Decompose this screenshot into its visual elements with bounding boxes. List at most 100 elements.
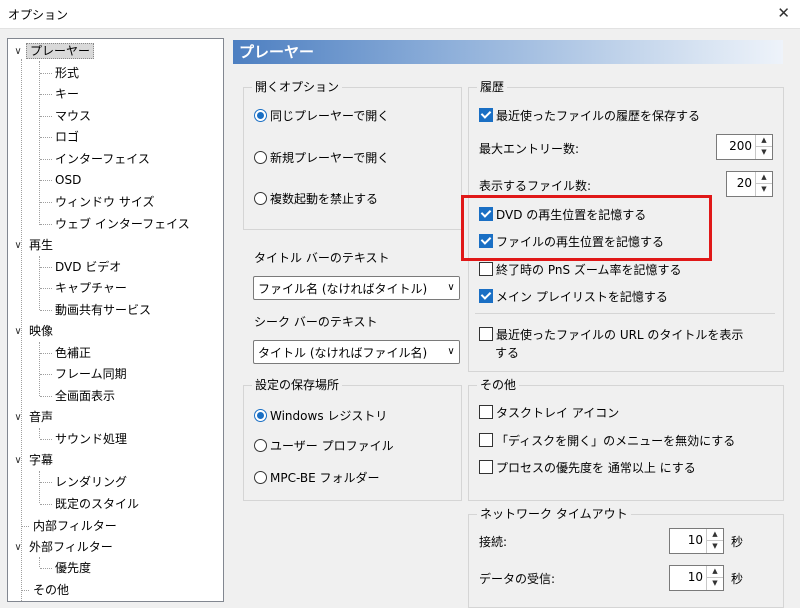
radio-indicator: [254, 471, 267, 484]
radio-indicator: [254, 109, 267, 122]
page-title: プレーヤー: [239, 43, 315, 61]
window-title: オプション: [8, 8, 69, 22]
receive-label: データの受信:: [479, 572, 556, 586]
checkbox-disable-open-disc-menu[interactable]: 「ディスクを開く」のメニューを無効にする: [479, 432, 735, 450]
spin-down-icon[interactable]: ▼: [756, 147, 772, 158]
checkbox-indicator: [479, 405, 493, 419]
chevron-down-icon: ∨: [443, 277, 459, 299]
seconds-unit: 秒: [731, 535, 744, 549]
chevron-down-icon[interactable]: ∨: [11, 542, 25, 553]
radio-same-player[interactable]: 同じプレーヤーで開く: [254, 107, 389, 125]
tree-item-default-style[interactable]: 既定のスタイル: [52, 494, 142, 514]
checkbox-remember-pns-zoom[interactable]: 終了時の PnS ズーム率を記憶する: [479, 261, 682, 279]
display-files-label: 表示するファイル数:: [479, 179, 592, 193]
group-label: その他: [477, 377, 520, 393]
tree-item-sound-processing[interactable]: サウンド処理: [52, 429, 130, 449]
tree-item-osd[interactable]: OSD: [52, 170, 84, 190]
title-bar-text-label: タイトル バーのテキスト: [254, 251, 390, 265]
tree-item-format[interactable]: 形式: [52, 63, 82, 83]
spinner-value: 200: [729, 139, 752, 153]
options-tree[interactable]: ∨ プレーヤー 形式 キー マウス ロゴ インターフェイス OSD ウィンドウ …: [7, 38, 224, 602]
divider: [475, 313, 775, 314]
chevron-down-icon[interactable]: ∨: [11, 326, 25, 337]
tree-item-audio[interactable]: 音声: [26, 407, 56, 427]
spin-down-icon[interactable]: ▼: [707, 541, 723, 552]
tree-item-player[interactable]: プレーヤー: [26, 41, 95, 61]
checkbox-process-priority[interactable]: プロセスの優先度を 通常以上 にする: [479, 459, 696, 477]
radio-indicator: [254, 192, 267, 205]
open-options-group: 開くオプション 同じプレーヤーで開く 新規プレーヤーで開く 複数起動を禁止する: [243, 79, 462, 230]
group-label: 開くオプション: [252, 79, 343, 95]
tree-item-interface[interactable]: インターフェイス: [52, 149, 153, 169]
select-value: タイトル (なければファイル名): [258, 346, 428, 360]
tree-item-rendering[interactable]: レンダリング: [52, 472, 130, 492]
checkbox-show-recent-url-title[interactable]: 最近使ったファイルの URL のタイトルを表示: [479, 326, 743, 344]
radio-indicator: [254, 439, 267, 452]
tree-item-color-correction[interactable]: 色補正: [52, 343, 94, 363]
tree-item-web-interface[interactable]: ウェブ インターフェイス: [52, 214, 193, 234]
seek-bar-text-label: シーク バーのテキスト: [254, 315, 378, 329]
group-label: 設定の保存場所: [252, 377, 343, 393]
settings-location-group: 設定の保存場所 Windows レジストリ ユーザー プロファイル MPC-BE…: [243, 377, 462, 501]
close-icon[interactable]: ✕: [777, 4, 790, 22]
spin-up-icon[interactable]: ▲: [707, 566, 723, 578]
chevron-down-icon[interactable]: ∨: [11, 455, 25, 466]
receive-timeout-spinner[interactable]: 10 ▲ ▼: [669, 565, 724, 591]
seconds-unit: 秒: [731, 572, 744, 586]
select-value: ファイル名 (なければタイトル): [258, 282, 428, 296]
spin-down-icon[interactable]: ▼: [707, 578, 723, 589]
spin-down-icon[interactable]: ▼: [756, 184, 772, 195]
tree-item-video-sharing[interactable]: 動画共有サービス: [52, 300, 154, 320]
radio-windows-registry[interactable]: Windows レジストリ: [254, 407, 387, 425]
radio-indicator: [254, 151, 267, 164]
tree-item-priority[interactable]: 優先度: [52, 558, 94, 578]
recent-url-label-continued: する: [495, 346, 520, 360]
connect-timeout-spinner[interactable]: 10 ▲ ▼: [669, 528, 724, 554]
chevron-down-icon[interactable]: ∨: [11, 240, 25, 251]
spin-up-icon[interactable]: ▲: [707, 529, 723, 541]
tree-item-playback[interactable]: 再生: [26, 235, 56, 255]
tree-item-logo[interactable]: ロゴ: [52, 127, 82, 147]
tree-item-video[interactable]: 映像: [26, 321, 56, 341]
tree-item-external-filters[interactable]: 外部フィルター: [26, 537, 116, 557]
spinner-value: 20: [736, 176, 752, 190]
network-timeout-group: ネットワーク タイムアウト 接続: 10 ▲ ▼ 秒 データの受信: 10 ▲ …: [468, 506, 784, 608]
tree-item-keys[interactable]: キー: [52, 84, 82, 104]
radio-new-player[interactable]: 新規プレーヤーで開く: [254, 149, 389, 167]
title-bar-text-select[interactable]: ファイル名 (なければタイトル) ∨: [253, 276, 460, 300]
checkbox-indicator: [479, 433, 493, 447]
chevron-down-icon[interactable]: ∨: [11, 412, 25, 423]
tree-item-subtitles[interactable]: 字幕: [26, 450, 56, 470]
tree-item-misc[interactable]: その他: [30, 580, 72, 600]
max-entries-spinner[interactable]: 200 ▲ ▼: [716, 134, 773, 160]
seek-bar-text-select[interactable]: タイトル (なければファイル名) ∨: [253, 340, 460, 364]
spinner-value: 10: [687, 570, 703, 584]
tree-item-internal-filters[interactable]: 内部フィルター: [30, 516, 120, 536]
checkbox-indicator: [479, 108, 493, 122]
radio-single-instance[interactable]: 複数起動を禁止する: [254, 190, 378, 208]
title-bar: オプション ✕: [0, 0, 800, 29]
checkbox-remember-main-playlist[interactable]: メイン プレイリストを記憶する: [479, 288, 668, 306]
radio-indicator: [254, 409, 267, 422]
spin-up-icon[interactable]: ▲: [756, 172, 772, 184]
highlight-box: [461, 195, 712, 261]
spin-up-icon[interactable]: ▲: [756, 135, 772, 147]
chevron-down-icon[interactable]: ∨: [11, 46, 25, 57]
chevron-down-icon: ∨: [443, 341, 459, 363]
tree-item-fullscreen[interactable]: 全画面表示: [52, 386, 118, 406]
tree-item-window-size[interactable]: ウィンドウ サイズ: [52, 192, 157, 212]
radio-mpc-be-folder[interactable]: MPC-BE フォルダー: [254, 469, 380, 487]
max-entries-label: 最大エントリー数:: [479, 142, 580, 156]
radio-user-profile[interactable]: ユーザー プロファイル: [254, 437, 394, 455]
page-header: プレーヤー: [233, 40, 783, 64]
display-files-spinner[interactable]: 20 ▲ ▼: [726, 171, 773, 197]
group-label: ネットワーク タイムアウト: [477, 506, 631, 522]
tree-item-dvd-video[interactable]: DVD ビデオ: [52, 257, 124, 277]
checkbox-indicator: [479, 460, 493, 474]
tree-item-capture[interactable]: キャプチャー: [52, 278, 130, 298]
tree-item-frame-sync[interactable]: フレーム同期: [52, 364, 130, 384]
checkbox-indicator: [479, 262, 493, 276]
checkbox-tray-icon[interactable]: タスクトレイ アイコン: [479, 404, 619, 422]
checkbox-save-recent-history[interactable]: 最近使ったファイルの履歴を保存する: [479, 107, 700, 125]
tree-item-mouse[interactable]: マウス: [52, 106, 94, 126]
